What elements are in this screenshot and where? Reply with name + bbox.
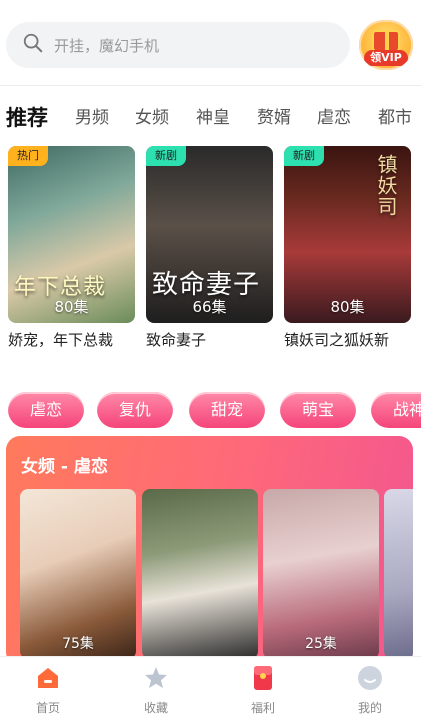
section-panel: 女频 - 虐恋 75集 25集 [6,436,413,666]
nav-home[interactable]: 首页 [18,665,78,716]
nav-favorites[interactable]: 收藏 [126,665,186,716]
nav-me[interactable]: 我的 [340,665,400,716]
drama-card[interactable]: 新剧 致命妻子 66集 致命妻子 [146,146,273,350]
poster: 热门 年下总裁 80集 [8,146,135,323]
drama-title: 娇宠，年下总裁 [8,331,114,349]
tab-shenhuang[interactable]: 神皇 [196,96,230,140]
vip-label: 领VIP [364,50,408,66]
vip-button[interactable]: 领VIP [359,20,413,70]
tab-zhuixu[interactable]: 赘婿 [257,96,291,140]
badge-hot: 热门 [8,146,48,166]
drama-card[interactable]: 75集 [20,489,136,659]
home-icon [35,665,61,691]
poster-title: 镇妖司 [374,154,398,217]
gift-icon [372,30,400,52]
drama-card[interactable]: 25集 [263,489,379,659]
episode-count: 66集 [192,298,227,316]
gift-envelope-icon [250,665,276,691]
nav-label: 收藏 [143,701,168,715]
tab-female[interactable]: 女频 [135,96,169,140]
drama-card[interactable] [384,489,413,659]
badge-new: 新剧 [146,146,186,166]
nav-welfare[interactable]: 福利 [233,665,293,716]
episode-count: 80集 [330,298,365,316]
nav-label: 福利 [250,701,275,715]
star-icon [143,665,169,691]
chip-nuelian[interactable]: 虐恋 [8,392,84,428]
episode-count: 25集 [305,636,337,652]
chip-zhanshen[interactable]: 战神 [371,392,421,428]
tab-nuelian[interactable]: 虐恋 [317,96,351,140]
poster: 新剧 致命妻子 66集 [146,146,273,323]
bottom-nav: 首页 收藏 福利 我的 [0,656,421,719]
nav-label: 我的 [357,701,382,715]
episode-count: 80集 [54,298,89,316]
drama-card[interactable]: 热门 年下总裁 80集 娇宠，年下总裁 [8,146,135,350]
tab-recommended[interactable]: 推荐 [6,96,48,140]
search-input[interactable]: 开挂，魔幻手机 [6,22,350,68]
category-tabs: 推荐 男频 女频 神皇 赘婿 虐恋 都市 [0,96,421,140]
drama-card[interactable]: 新剧 镇妖司 80集 镇妖司之狐妖新 [284,146,411,350]
chip-tianchong[interactable]: 甜宠 [189,392,265,428]
search-icon [22,32,44,58]
genre-chips: 虐恋 复仇 甜宠 萌宝 战神 [0,392,421,430]
top-bar: 开挂，魔幻手机 领VIP [0,0,421,86]
episode-count: 75集 [62,636,94,652]
tab-male[interactable]: 男频 [75,96,109,140]
recommended-list: 热门 年下总裁 80集 娇宠，年下总裁 新剧 致命妻子 66集 致命妻子 新剧 … [0,146,421,356]
nav-label: 首页 [35,701,60,715]
tab-city[interactable]: 都市 [378,96,412,140]
search-placeholder: 开挂，魔幻手机 [54,36,160,55]
badge-new: 新剧 [284,146,324,166]
chip-fuchou[interactable]: 复仇 [97,392,173,428]
chip-mengbao[interactable]: 萌宝 [280,392,356,428]
drama-title: 致命妻子 [146,331,207,349]
drama-card[interactable] [142,489,258,659]
section-title: 女频 - 虐恋 [21,457,108,477]
divider [0,85,421,86]
drama-title: 镇妖司之狐妖新 [284,331,390,349]
user-icon [357,665,383,691]
poster: 新剧 镇妖司 80集 [284,146,411,323]
